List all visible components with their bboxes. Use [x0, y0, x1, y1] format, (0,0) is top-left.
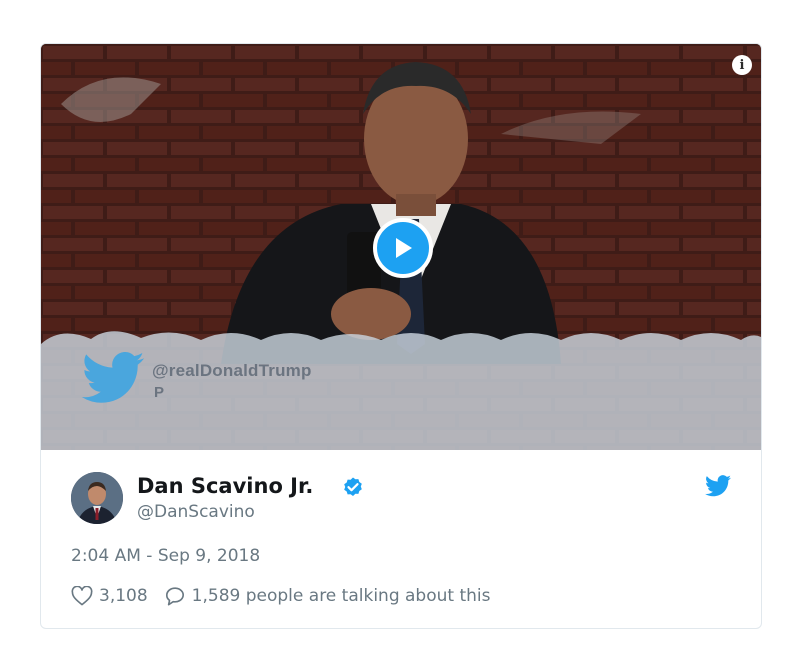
- heart-icon: [71, 586, 93, 606]
- tweet-timestamp[interactable]: 2:04 AM - Sep 9, 2018: [71, 546, 260, 566]
- twitter-bird-overlay-icon: [81, 352, 145, 403]
- like-count: 3,108: [99, 586, 148, 606]
- comment-bubble-icon: [165, 587, 184, 606]
- tweet-embed-card: @realDonaldTrump P i Dan Scavino Jr. @Da: [40, 43, 762, 629]
- info-icon[interactable]: i: [732, 55, 752, 75]
- verified-badge-icon: [344, 477, 362, 496]
- tweet-stats: 3,108 1,589 people are talking about thi…: [71, 586, 490, 606]
- avatar-image: [71, 472, 123, 524]
- video-preview[interactable]: @realDonaldTrump P i: [41, 44, 761, 450]
- play-button[interactable]: [373, 218, 433, 278]
- author-handle[interactable]: @DanScavino: [137, 502, 255, 522]
- overlay-tweet-text: P: [154, 384, 165, 401]
- avatar[interactable]: [71, 472, 123, 524]
- like-button[interactable]: 3,108: [71, 586, 148, 606]
- author-name[interactable]: Dan Scavino Jr.: [137, 474, 313, 498]
- play-icon: [396, 238, 412, 258]
- twitter-logo-icon[interactable]: [705, 475, 731, 497]
- conversation-link[interactable]: 1,589 people are talking about this: [164, 586, 491, 606]
- overlay-tweet-handle: @realDonaldTrump: [152, 361, 312, 380]
- talking-count: 1,589 people are talking about this: [191, 586, 491, 606]
